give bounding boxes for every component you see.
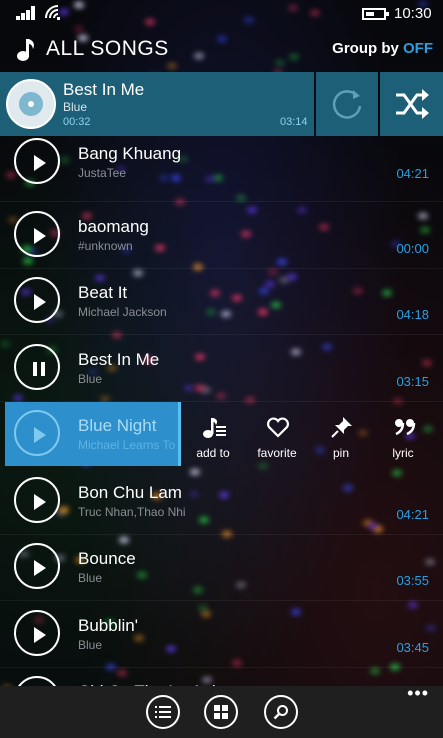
signal-icon bbox=[16, 6, 38, 20]
now-playing-duration: 03:14 bbox=[280, 116, 308, 128]
song-artist: Michael Jackson bbox=[78, 305, 167, 319]
action-favorite-button[interactable]: favorite bbox=[245, 402, 309, 466]
page-title: ALL SONGS bbox=[46, 37, 169, 60]
song-duration: 04:21 bbox=[396, 166, 429, 181]
action-label: pin bbox=[332, 446, 349, 460]
play-button[interactable] bbox=[14, 277, 60, 323]
song-title: Bubblin' bbox=[78, 615, 138, 635]
now-playing-track[interactable]: Best In Me Blue 00:32 03:14 bbox=[0, 72, 314, 136]
song-artist: Blue bbox=[78, 637, 103, 652]
song-duration: 04:18 bbox=[396, 307, 429, 322]
page-header: ALL SONGS Group by OFF bbox=[0, 30, 443, 70]
song-title: baomang bbox=[78, 216, 149, 236]
play-button[interactable] bbox=[14, 210, 60, 257]
shuffle-button[interactable] bbox=[380, 72, 443, 136]
music-note-icon bbox=[17, 39, 34, 61]
grid-icon bbox=[214, 705, 228, 719]
list-item[interactable]: Bubblin' Blue 03:45 bbox=[0, 602, 443, 668]
song-duration: 03:55 bbox=[396, 573, 429, 588]
action-add-to-button[interactable]: add to bbox=[181, 402, 245, 466]
list-item[interactable]: Bang Khuang JustaTee 04:21 bbox=[0, 136, 443, 202]
group-by-label: Group by bbox=[332, 40, 399, 57]
list-item[interactable]: Bounce Blue 03:55 bbox=[0, 535, 443, 601]
pause-button[interactable] bbox=[14, 343, 60, 390]
repeat-button[interactable] bbox=[316, 72, 378, 136]
list-icon bbox=[155, 706, 171, 718]
song-artist: Michael Learns To Rock bbox=[78, 438, 178, 452]
search-button[interactable] bbox=[264, 695, 298, 729]
song-artist: Blue bbox=[78, 571, 103, 585]
action-lyric-button[interactable]: lyric bbox=[371, 402, 435, 466]
song-duration: 04:21 bbox=[396, 506, 429, 522]
shuffle-icon bbox=[396, 89, 429, 119]
play-button[interactable] bbox=[14, 609, 60, 656]
group-by-toggle[interactable]: Group by OFF bbox=[332, 40, 433, 57]
categories-button[interactable] bbox=[204, 695, 238, 729]
search-icon bbox=[273, 705, 288, 720]
clock: 10:30 bbox=[394, 5, 432, 22]
action-label: favorite bbox=[257, 446, 297, 460]
action-label: add to bbox=[196, 446, 230, 460]
song-artist: JustaTee bbox=[78, 166, 127, 180]
play-button[interactable] bbox=[14, 138, 60, 184]
wifi-icon bbox=[45, 5, 60, 20]
list-item[interactable]: Beat It Michael Jackson 04:18 bbox=[0, 269, 443, 335]
group-by-value: OFF bbox=[403, 40, 433, 57]
song-artist: #unknown bbox=[78, 238, 133, 253]
now-playing-title: Best In Me bbox=[63, 80, 145, 99]
list-item[interactable]: baomang #unknown 00:00 bbox=[0, 203, 443, 269]
album-art-icon bbox=[6, 79, 56, 129]
status-bar: 10:30 bbox=[0, 0, 443, 28]
song-title: Bang Khuang bbox=[78, 144, 182, 163]
more-options-button[interactable]: ••• bbox=[407, 684, 429, 702]
now-playing-bar: Best In Me Blue 00:32 03:14 bbox=[0, 72, 443, 136]
play-button[interactable] bbox=[14, 410, 60, 456]
repeat-icon bbox=[332, 90, 362, 119]
song-title: Blue Night bbox=[78, 416, 157, 435]
song-title: Bounce bbox=[78, 549, 136, 568]
play-button[interactable] bbox=[14, 543, 60, 589]
song-artist: Truc Nhan,Thao Nhi bbox=[78, 504, 186, 519]
row-action-menu: add to favorite pin lyric bbox=[181, 402, 443, 466]
now-playing-list-button[interactable] bbox=[146, 695, 180, 729]
song-title: Beat It bbox=[78, 283, 128, 302]
app-bar: ••• bbox=[0, 684, 443, 738]
song-duration: 03:15 bbox=[396, 373, 429, 389]
list-item[interactable]: Best In Me Blue 03:15 bbox=[0, 336, 443, 402]
now-playing-artist: Blue bbox=[63, 100, 88, 114]
battery-icon bbox=[362, 8, 389, 20]
now-playing-elapsed: 00:32 bbox=[63, 116, 91, 128]
song-duration: 03:45 bbox=[396, 639, 429, 655]
song-title: Best In Me bbox=[78, 349, 160, 369]
action-pin-button[interactable]: pin bbox=[309, 402, 373, 466]
song-title: Bon Chu Lam bbox=[78, 482, 182, 502]
song-artist: Blue bbox=[78, 371, 103, 386]
list-item[interactable]: Bon Chu Lam Truc Nhan,Thao Nhi 04:21 bbox=[0, 469, 443, 535]
song-duration: 00:00 bbox=[396, 240, 429, 256]
play-button[interactable] bbox=[14, 476, 60, 523]
list-item-selected[interactable]: Blue Night Michael Learns To Rock bbox=[5, 402, 181, 466]
action-label: lyric bbox=[392, 446, 414, 460]
